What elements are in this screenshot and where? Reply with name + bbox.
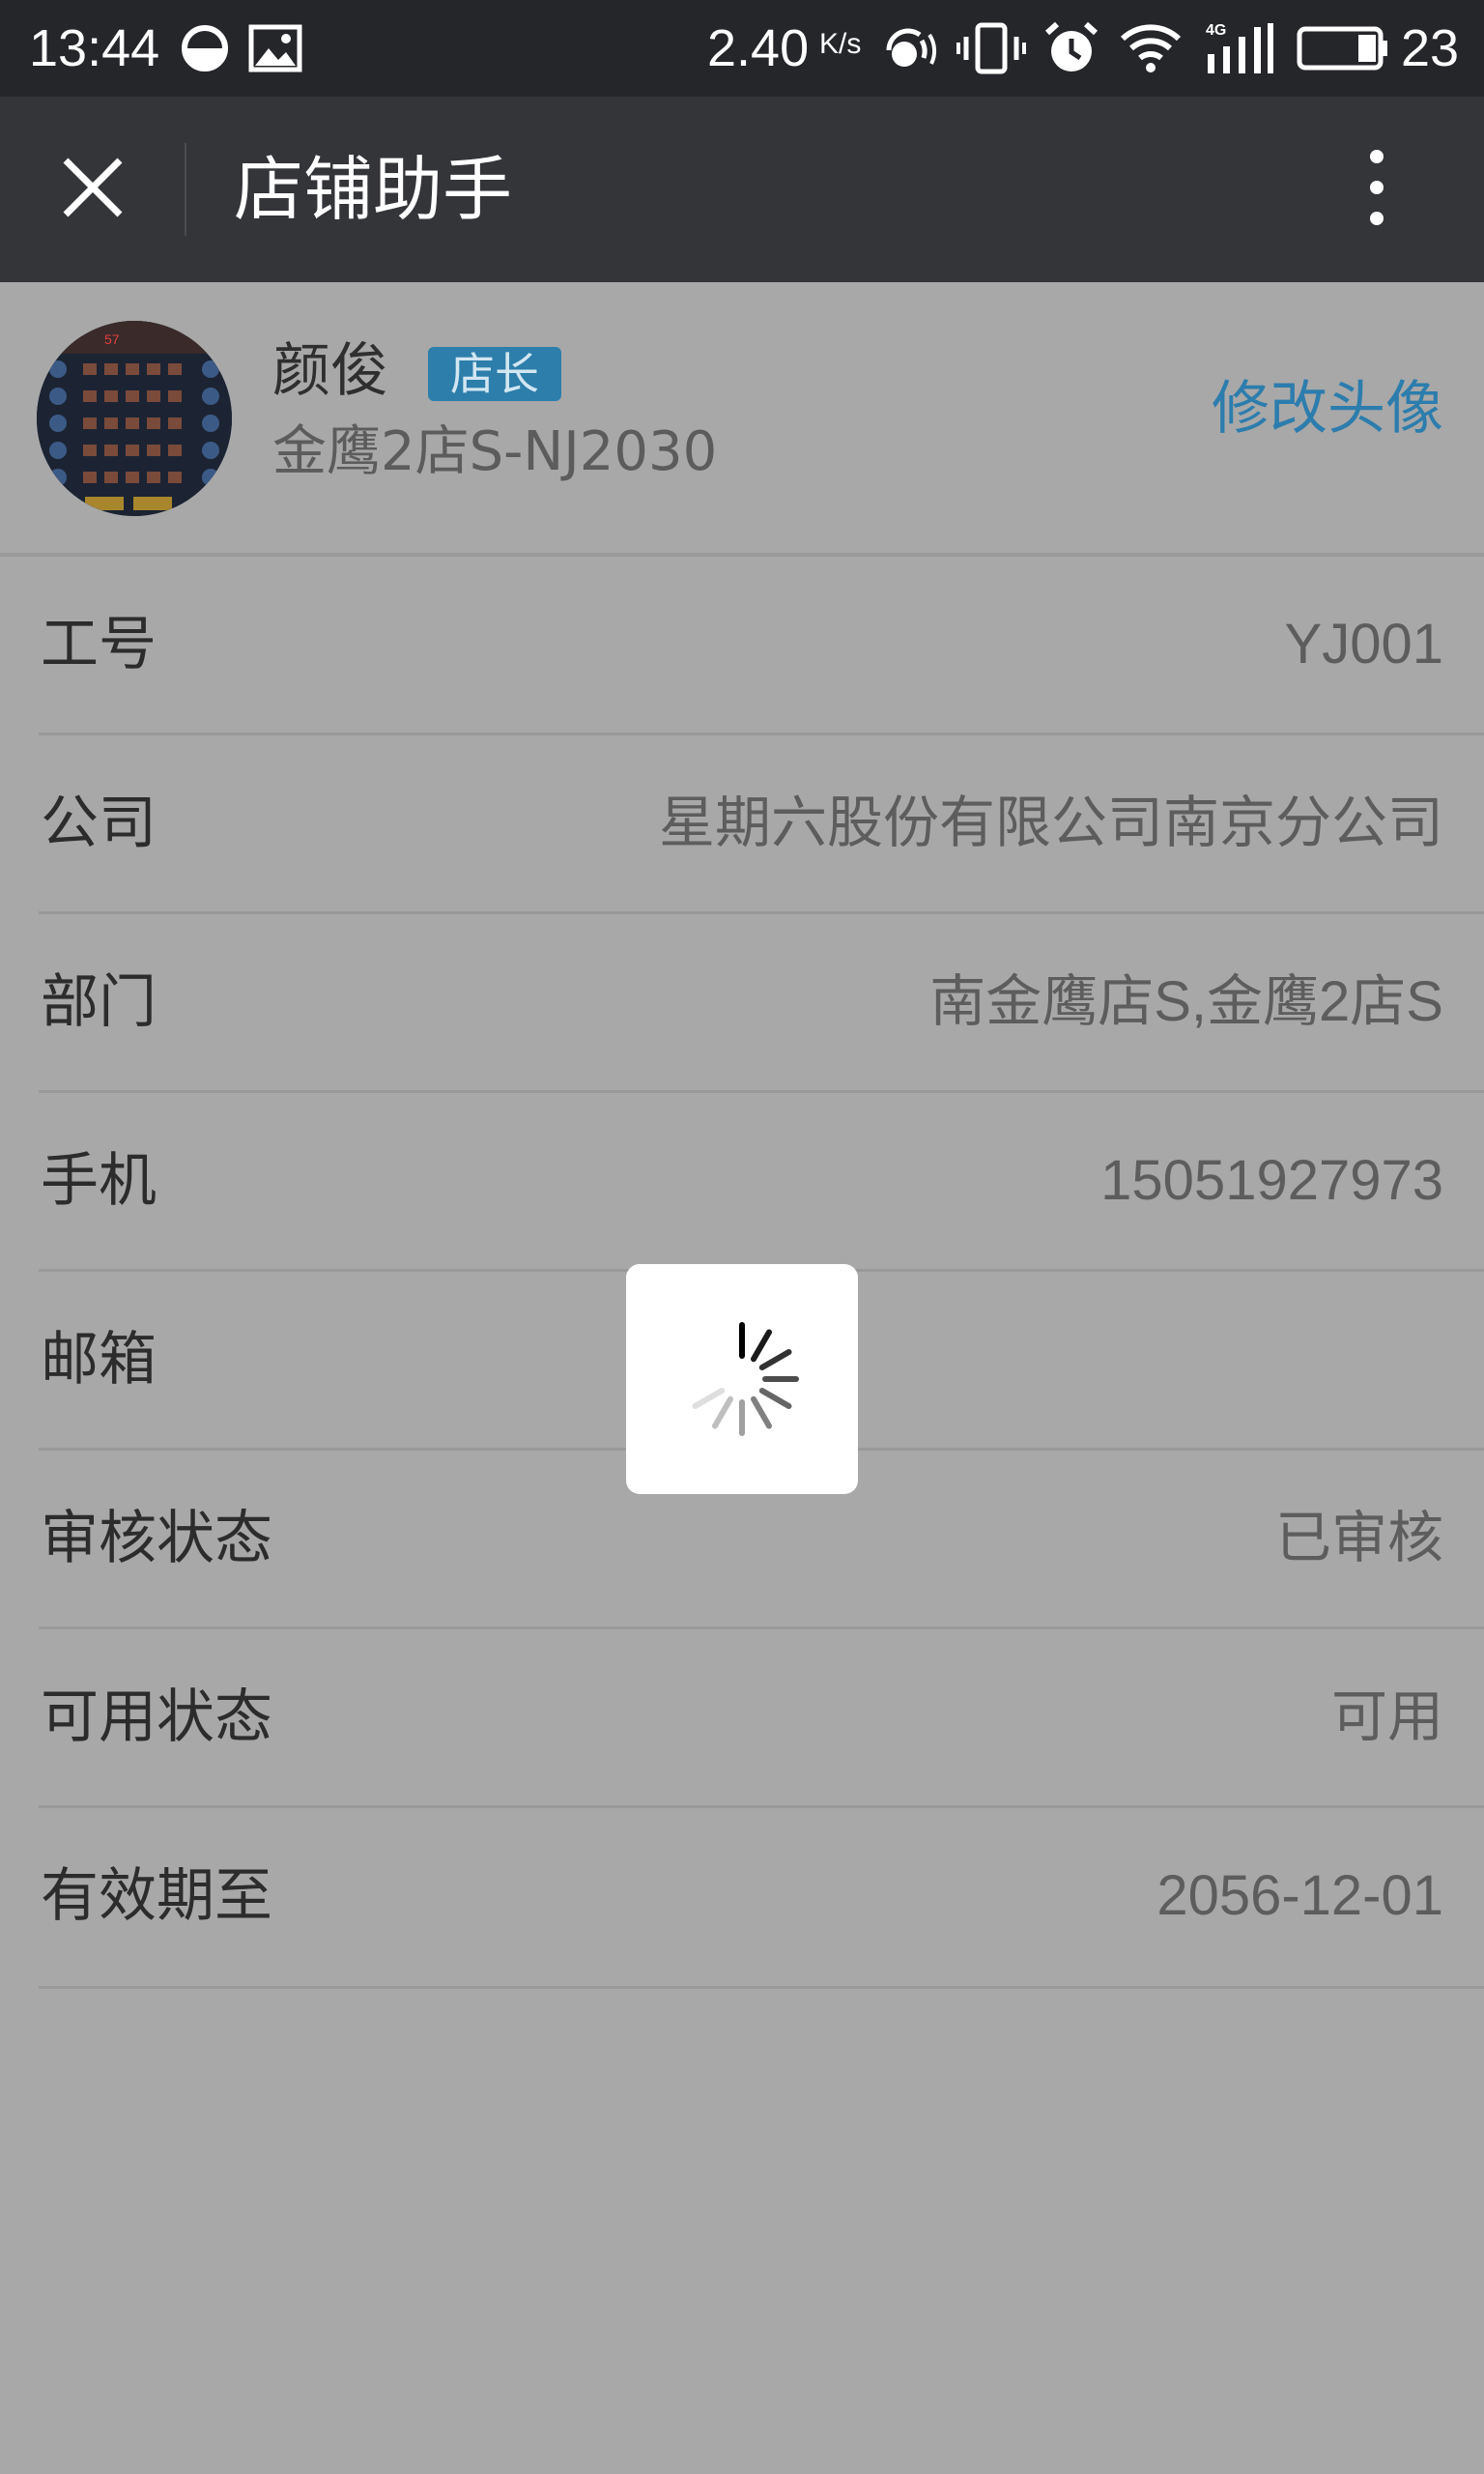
row-value: 南金鹰店S,金鹰2店S [929,970,1443,1033]
signal-4g-icon: 4G [1206,22,1273,73]
change-avatar-link[interactable]: 修改头像 [1212,374,1443,444]
loading-toast [626,1264,858,1494]
info-row-department[interactable]: 部门 南金鹰店S,金鹰2店S [39,914,1484,1093]
profile-header: 57 颜俊 店长 金鹰2店S-NJ2030 修改头像 [0,282,1484,553]
user-name: 颜俊 [272,337,388,405]
row-label: 公司 [41,790,157,857]
store-code: 金鹰2店S-NJ2030 [272,420,718,483]
row-label: 有效期至 [41,1862,272,1930]
close-button[interactable] [39,139,147,240]
row-value: 2056-12-01 [1156,1864,1443,1927]
more-vertical-icon [1370,150,1384,225]
status-time: 13:44 [29,19,160,77]
close-icon [63,158,123,217]
row-value: 已审核 [1274,1507,1443,1569]
row-label: 部门 [41,968,157,1036]
row-label: 审核状态 [41,1505,272,1572]
role-badge: 店长 [428,347,561,401]
row-value: 15051927973 [1100,1149,1443,1212]
battery-icon [1297,26,1387,71]
row-label: 手机 [41,1147,157,1215]
row-value: 星期六股份有限公司南京分公司 [658,791,1443,854]
app-bar: 店铺助手 [0,97,1484,282]
hotspot-icon [886,28,937,67]
info-row-company[interactable]: 公司 星期六股份有限公司南京分公司 [39,735,1484,914]
wifi-icon [1120,24,1182,72]
svg-text:4G: 4G [1206,22,1226,39]
row-value: YJ001 [1284,613,1443,676]
avatar-image: 57 [37,321,232,516]
vibrate-icon [956,22,1026,74]
loading-spinner-icon [692,1322,799,1436]
row-label: 工号 [41,611,157,678]
app-bar-divider [185,143,186,236]
row-value: 可用 [1330,1685,1443,1748]
data-saver-icon [182,25,228,72]
image-icon [248,24,302,72]
info-row-employee-id[interactable]: 工号 YJ001 [39,557,1484,735]
net-speed-unit: K/s [819,28,862,60]
more-menu-button[interactable] [1343,139,1411,240]
status-bar: 13:44 2.40 K/s 4G 23 [0,0,1484,97]
row-label: 可用状态 [41,1683,272,1751]
svg-text:57: 57 [104,331,120,347]
net-speed: 2.40 [707,19,810,77]
battery-percent: 23 [1401,19,1460,77]
avatar[interactable]: 57 [37,321,232,516]
alarm-icon [1044,21,1099,72]
info-row-valid-until[interactable]: 有效期至 2056-12-01 [39,1808,1484,1989]
page-title: 店铺助手 [234,149,513,230]
info-row-phone[interactable]: 手机 15051927973 [39,1093,1484,1272]
row-label: 邮箱 [41,1326,157,1394]
info-row-availability[interactable]: 可用状态 可用 [39,1629,1484,1808]
